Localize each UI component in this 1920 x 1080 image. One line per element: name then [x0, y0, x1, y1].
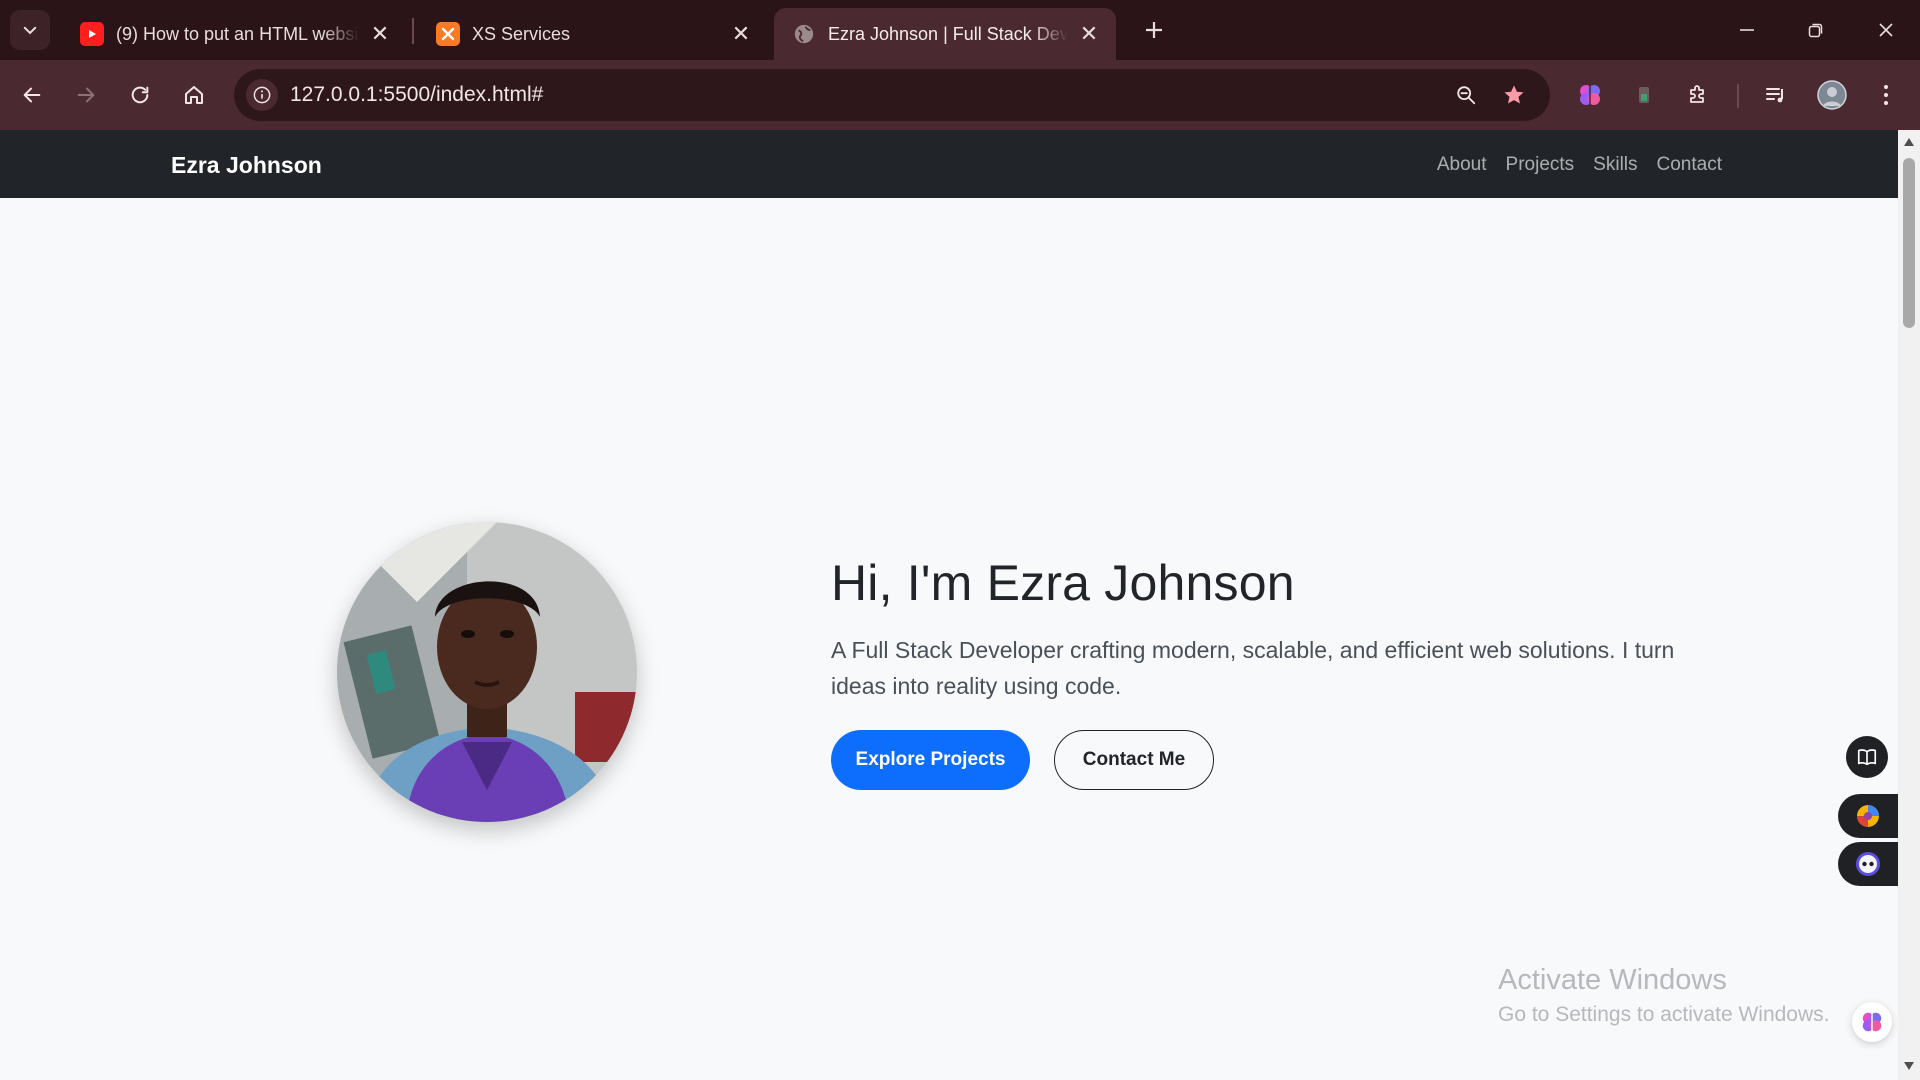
watermark-title: Activate Windows	[1498, 964, 1727, 996]
profile-photo	[337, 522, 637, 822]
puzzle-icon	[1690, 85, 1704, 103]
browser-tab-bar: (9) How to put an HTML website ✕ XS Serv…	[0, 0, 1920, 60]
reading-mode-button[interactable]	[1846, 736, 1888, 778]
book-open-icon	[1857, 749, 1877, 766]
nav-link-about[interactable]: About	[1437, 154, 1487, 176]
close-icon[interactable]: ✕	[1076, 21, 1102, 47]
hero-title: Hi, I'm Ezra Johnson	[831, 555, 1295, 611]
youtube-icon	[80, 22, 104, 46]
star-icon	[1504, 85, 1524, 104]
forward-button[interactable]	[68, 77, 104, 113]
brain-extension-icon	[1862, 1012, 1882, 1032]
tab-search-button[interactable]	[10, 10, 50, 50]
toolbar-divider	[1737, 84, 1739, 108]
nav-link-projects[interactable]: Projects	[1506, 154, 1575, 176]
xampp-icon	[436, 22, 460, 46]
browser-tab-youtube[interactable]: (9) How to put an HTML website ✕	[62, 8, 407, 60]
page-scrollbar[interactable]	[1898, 130, 1920, 1080]
scroll-thumb[interactable]	[1903, 158, 1915, 328]
arrow-left-icon	[23, 87, 41, 103]
triangle-up-icon	[1904, 138, 1914, 146]
copilot-floating-button[interactable]	[1852, 1002, 1892, 1042]
browser-tab-active[interactable]: Ezra Johnson | Full Stack Developer ✕	[774, 8, 1116, 60]
close-window-button[interactable]	[1852, 0, 1920, 60]
media-controls-button[interactable]	[1758, 77, 1794, 113]
home-icon	[185, 86, 203, 104]
chevron-down-icon	[23, 26, 37, 35]
hero-lead: A Full Stack Developer crafting modern, …	[831, 637, 1675, 699]
tab-separator	[412, 18, 414, 44]
avatar	[1817, 80, 1847, 110]
info-icon	[253, 86, 271, 104]
site-info-button[interactable]	[246, 79, 278, 111]
close-icon	[1879, 23, 1893, 37]
minimize-icon	[1740, 29, 1754, 31]
robot-icon	[1856, 852, 1880, 876]
page-viewport: Ezra Johnson About Projects Skills Conta…	[0, 130, 1898, 1080]
globe-icon	[792, 22, 816, 46]
browser-menu-button[interactable]	[1868, 77, 1904, 113]
close-icon[interactable]: ✕	[728, 21, 754, 47]
color-orb-icon	[1857, 805, 1879, 827]
nav-link-contact[interactable]: Contact	[1657, 154, 1722, 176]
reload-button[interactable]	[122, 77, 158, 113]
browser-toolbar: 127.0.0.1:5500/index.html#	[0, 60, 1920, 130]
more-vertical-icon	[1884, 85, 1888, 105]
tab-title: Ezra Johnson | Full Stack Developer	[828, 23, 1068, 44]
zoom-out-icon	[1457, 86, 1476, 105]
site-brand[interactable]: Ezra Johnson	[171, 152, 322, 179]
scroll-up-arrow[interactable]	[1903, 136, 1915, 148]
address-bar[interactable]: 127.0.0.1:5500/index.html#	[234, 69, 1550, 121]
windows-activation-watermark: Activate Windows Go to Settings to activ…	[1498, 964, 1830, 1027]
minimize-button[interactable]	[1713, 0, 1781, 60]
home-button[interactable]	[176, 77, 212, 113]
tab-title: (9) How to put an HTML website	[116, 23, 359, 44]
extensions-button[interactable]	[1680, 77, 1716, 113]
back-button[interactable]	[14, 77, 50, 113]
plus-icon	[1146, 22, 1162, 38]
reload-icon	[131, 86, 149, 104]
battery-extension-icon	[1639, 87, 1649, 103]
site-navbar: Ezra Johnson About Projects Skills Conta…	[0, 130, 1898, 198]
side-panel-extension-button[interactable]	[1838, 794, 1898, 838]
tab-title: XS Services	[472, 23, 571, 44]
zoom-button[interactable]	[1450, 79, 1482, 111]
copilot-extension-button[interactable]	[1572, 77, 1608, 113]
playlist-icon	[1766, 88, 1783, 103]
profile-button[interactable]	[1814, 77, 1850, 113]
nav-link-skills[interactable]: Skills	[1593, 154, 1637, 176]
explore-projects-button[interactable]: Explore Projects	[831, 730, 1030, 790]
restore-button[interactable]	[1782, 0, 1850, 60]
extension-button[interactable]	[1626, 77, 1662, 113]
url-text[interactable]: 127.0.0.1:5500/index.html#	[290, 83, 543, 107]
nav-links: About Projects Skills Contact	[1437, 154, 1722, 176]
scroll-down-arrow[interactable]	[1903, 1060, 1915, 1072]
watermark-subtitle: Go to Settings to activate Windows.	[1498, 1003, 1830, 1026]
assistant-bot-button[interactable]	[1838, 842, 1898, 886]
new-tab-button[interactable]	[1136, 12, 1172, 48]
contact-me-button[interactable]: Contact Me	[1054, 730, 1214, 790]
arrow-right-icon	[77, 87, 95, 103]
restore-icon	[1808, 23, 1823, 38]
browser-tab-xs-services[interactable]: XS Services ✕	[418, 8, 768, 60]
close-icon[interactable]: ✕	[367, 21, 393, 47]
brain-extension-icon	[1580, 85, 1600, 105]
triangle-down-icon	[1904, 1062, 1914, 1070]
bookmark-button[interactable]	[1498, 79, 1530, 111]
